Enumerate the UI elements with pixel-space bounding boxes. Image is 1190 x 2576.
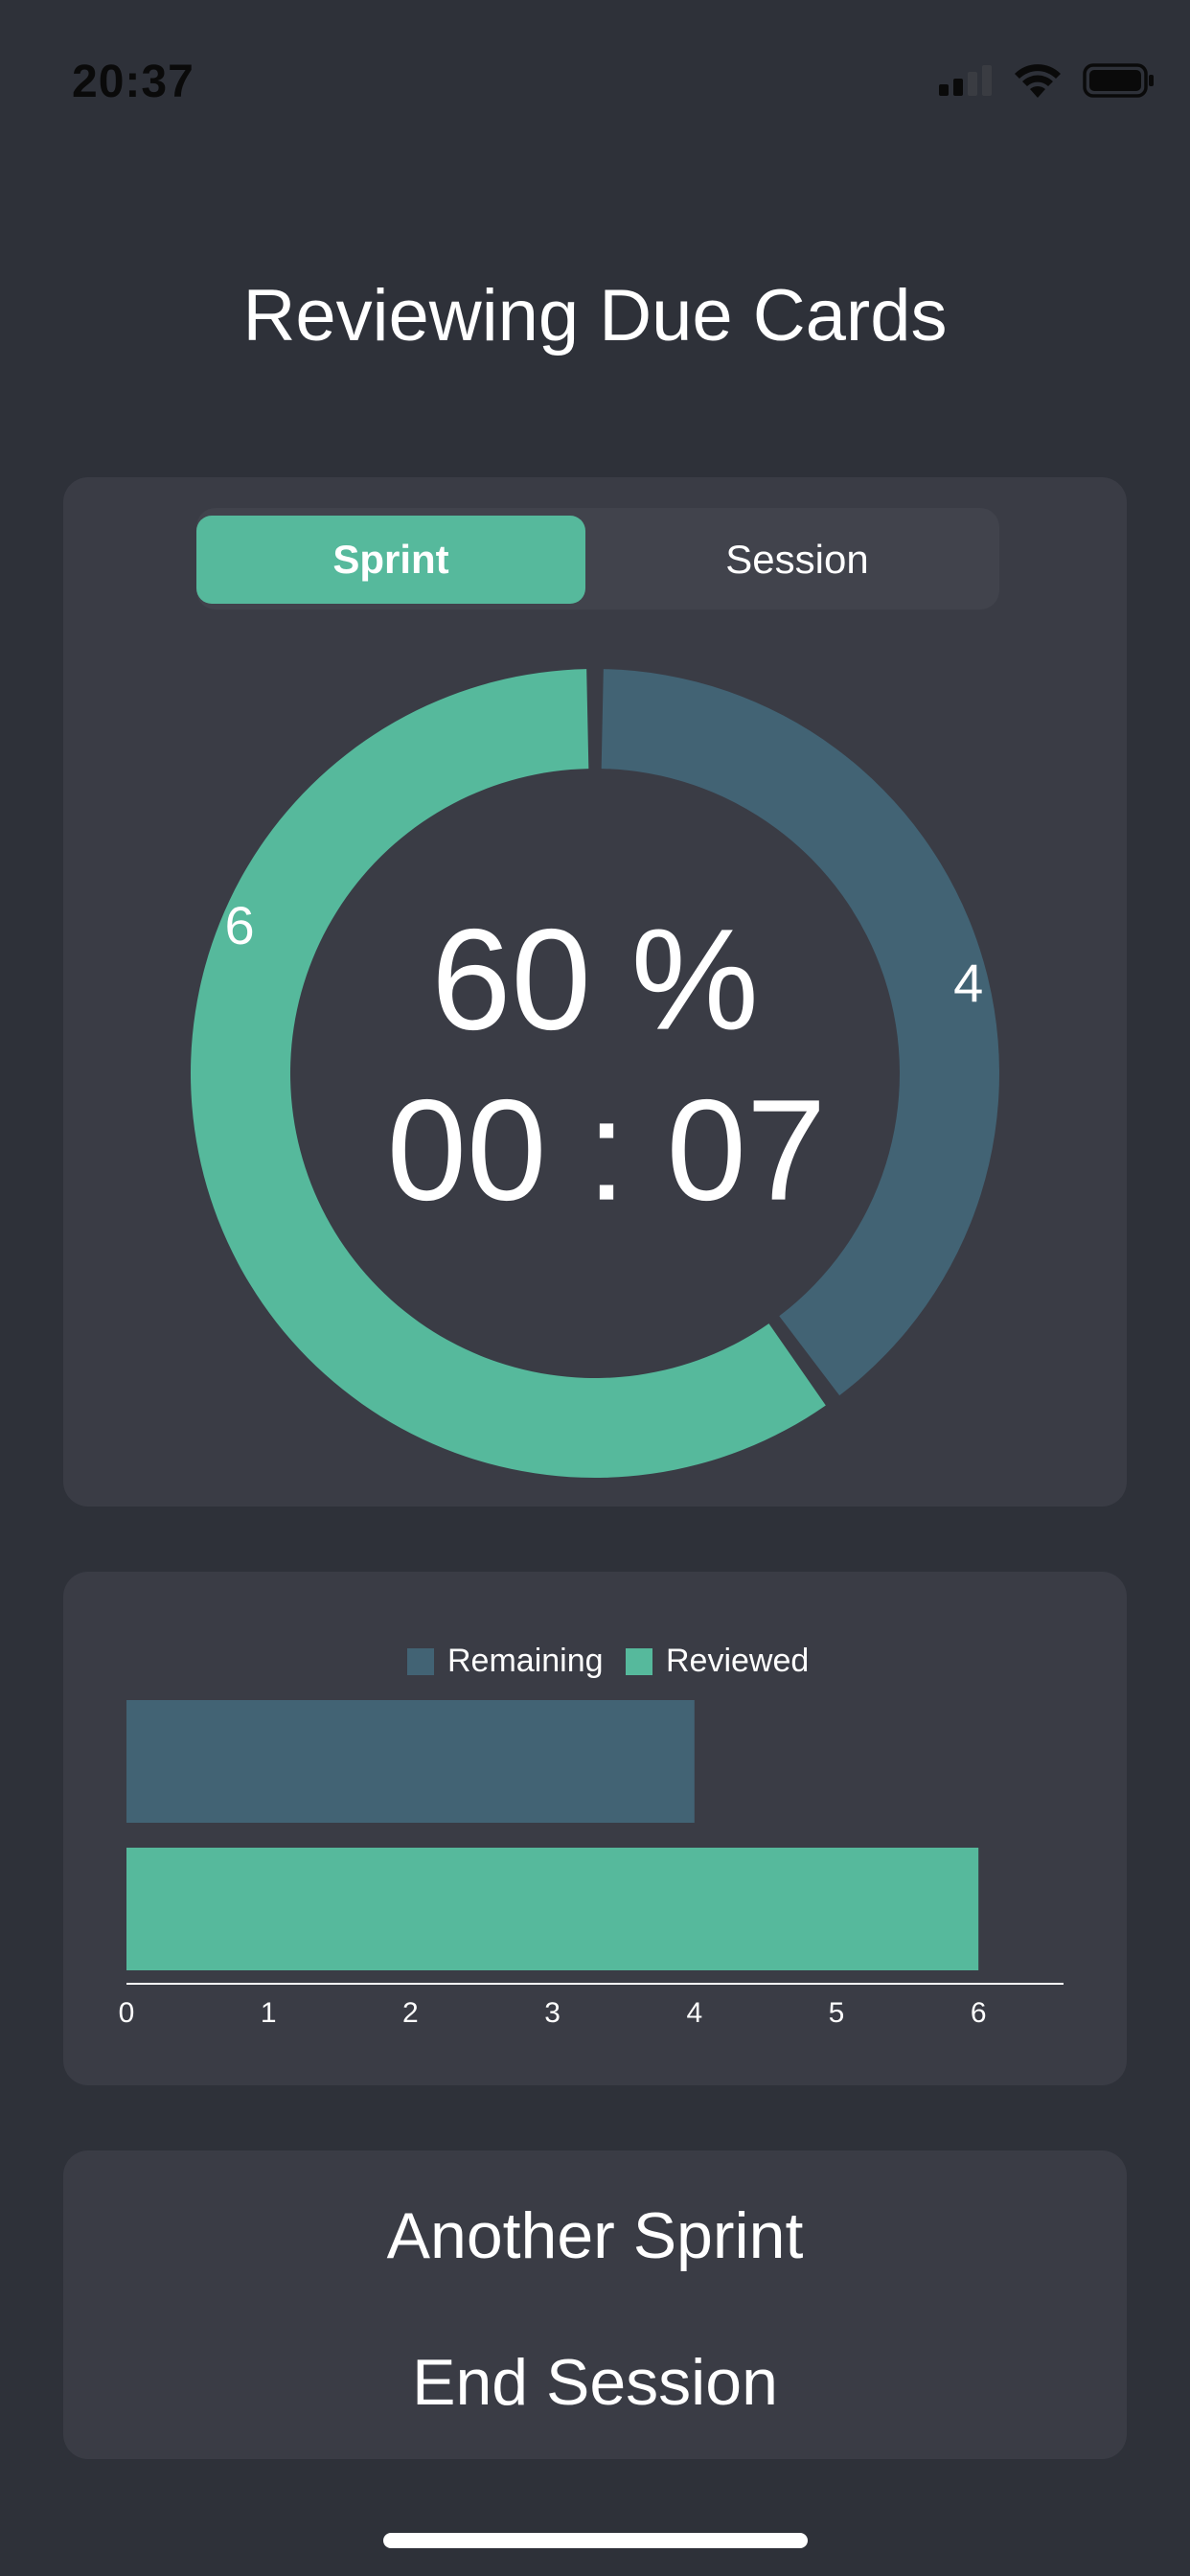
elapsed-timer: 00 : 07 (387, 1070, 827, 1230)
progress-bar-chart: Remaining Reviewed 0 1 2 3 4 5 6 (119, 1643, 1064, 2029)
bar-remaining (126, 1700, 695, 1823)
x-tick-label: 1 (261, 1997, 277, 2029)
page-title: Reviewing Due Cards (242, 275, 948, 356)
legend-remaining-swatch (407, 1648, 434, 1675)
bar-chart-card: Remaining Reviewed 0 1 2 3 4 5 6 (63, 1572, 1127, 2085)
legend-reviewed-swatch (626, 1648, 652, 1675)
x-tick-label: 2 (402, 1997, 419, 2029)
battery-icon (1083, 63, 1154, 98)
cellular-signal-icon (939, 65, 992, 96)
donut-reviewed-label: 6 (225, 895, 255, 955)
legend-reviewed-label: Reviewed (666, 1643, 809, 1679)
donut-remaining-label: 4 (953, 953, 983, 1013)
another-sprint-button[interactable]: Another Sprint (63, 2198, 1127, 2273)
x-tick-label: 5 (829, 1997, 845, 2029)
legend-remaining-label: Remaining (447, 1643, 604, 1679)
status-bar: 20:37 (0, 0, 1190, 172)
bar-reviewed (126, 1848, 979, 1970)
progress-donut-chart: 4 6 60 % 00 : 07 (191, 669, 999, 1478)
x-tick-label: 0 (119, 1997, 135, 2029)
x-tick-label: 3 (544, 1997, 561, 2029)
x-tick-label: 6 (971, 1997, 987, 2029)
status-icons (939, 63, 1156, 98)
home-indicator[interactable] (383, 2533, 808, 2548)
x-tick-label: 4 (686, 1997, 702, 2029)
wifi-icon (1015, 64, 1061, 98)
end-session-button[interactable]: End Session (63, 2345, 1127, 2420)
progress-card: Sprint Session 4 6 60 % 00 : 07 (63, 477, 1127, 1506)
actions-card: Another Sprint End Session (63, 2150, 1127, 2459)
status-time: 20:37 (72, 57, 195, 107)
progress-percent: 60 % (431, 899, 759, 1060)
